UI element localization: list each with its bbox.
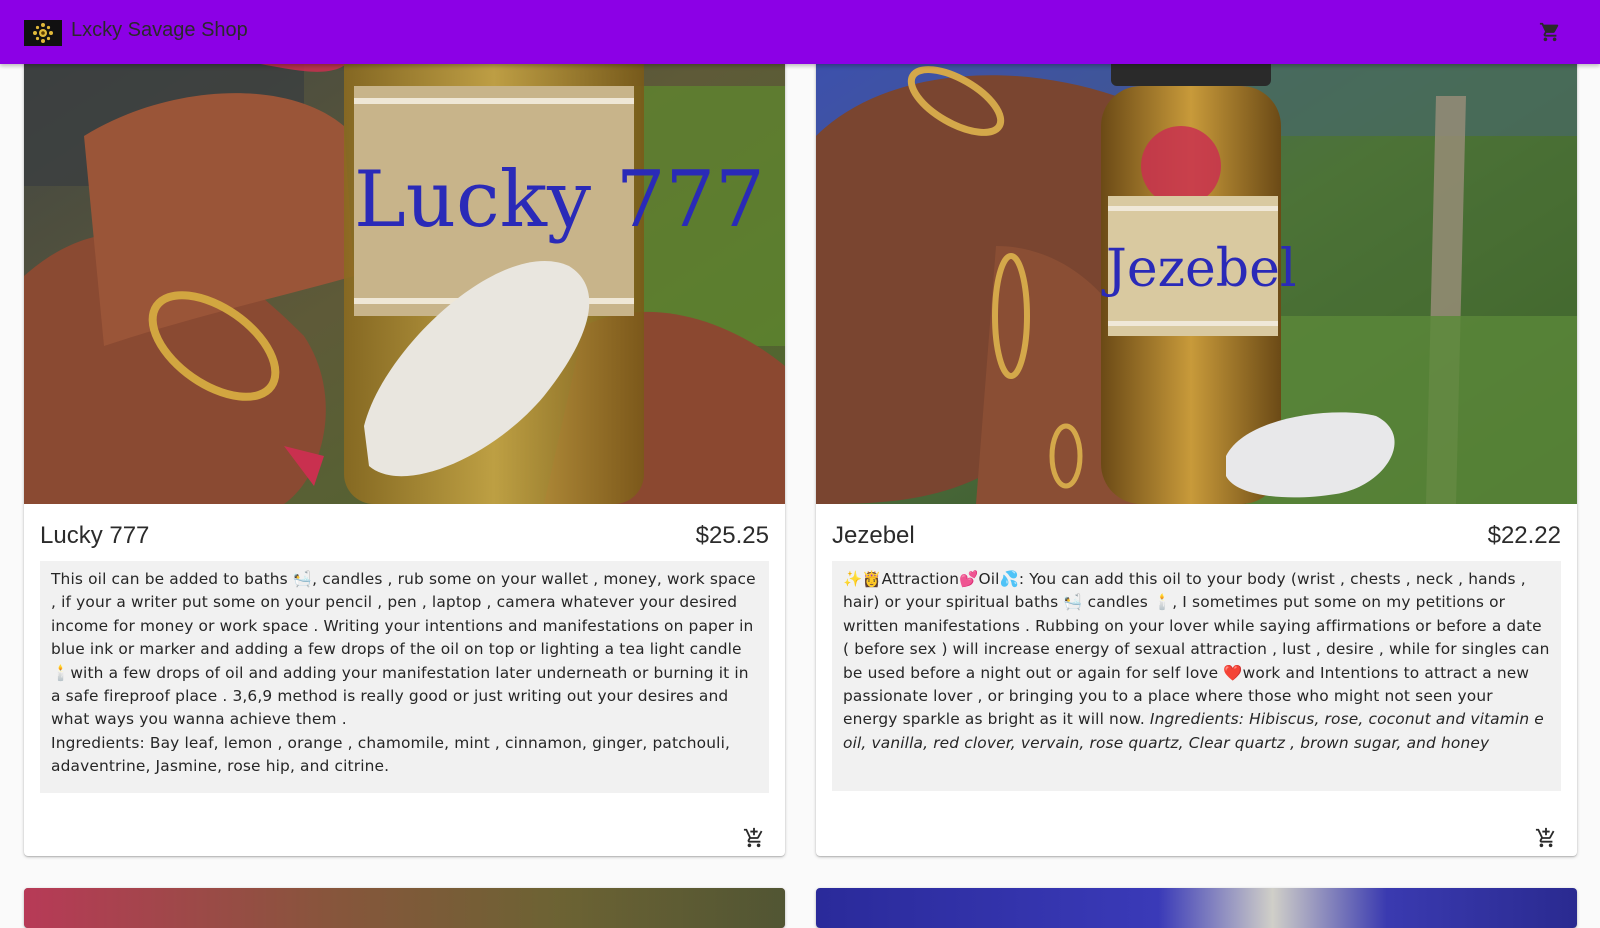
- product-ingredients: Ingredients: Bay leaf, lemon , orange , …: [51, 733, 731, 776]
- add-to-cart-button[interactable]: [741, 825, 767, 851]
- product-name: Lucky 777: [40, 522, 150, 549]
- product-card-next-2[interactable]: [816, 888, 1577, 928]
- product-description: ✨👸Attraction💕Oil💦: You can add this oil …: [832, 561, 1561, 791]
- add-shopping-cart-icon: [743, 827, 763, 848]
- bottle-label-text: Lucky 777: [354, 155, 765, 245]
- product-card-next-1[interactable]: [24, 888, 785, 928]
- shop-title[interactable]: Lxcky Savage Shop: [71, 19, 248, 42]
- shop-logo[interactable]: [24, 20, 62, 46]
- add-shopping-cart-icon: [1535, 827, 1555, 848]
- bottle-label-text: Jezebel: [1101, 239, 1296, 299]
- product-description-text: ✨👸Attraction💕Oil💦: You can add this oil …: [843, 570, 1550, 729]
- product-description-text: This oil can be added to baths 🛀, candle…: [51, 570, 756, 729]
- cart-button[interactable]: [1537, 19, 1563, 45]
- shopping-cart-icon: [1539, 22, 1559, 42]
- product-price: $22.22: [1487, 522, 1561, 549]
- product-name: Jezebel: [832, 522, 915, 549]
- add-to-cart-button[interactable]: [1533, 825, 1559, 851]
- product-card-lucky-777: Lucky 777 Lucky 777 $25.25 This oil can …: [24, 16, 785, 856]
- product-image-jezebel[interactable]: Jezebel: [816, 16, 1577, 504]
- product-image-lucky-777[interactable]: Lucky 777: [24, 16, 785, 504]
- product-image-next-1: [24, 888, 785, 928]
- product-image-next-2: [816, 888, 1577, 928]
- product-card-jezebel: Jezebel Jezebel $22.22 ✨👸Attraction💕Oil💦…: [816, 16, 1577, 856]
- sun-emblem-icon: [33, 23, 53, 43]
- app-bar: Lxcky Savage Shop: [0, 0, 1600, 64]
- product-price: $25.25: [695, 522, 769, 549]
- product-description: This oil can be added to baths 🛀, candle…: [40, 561, 769, 793]
